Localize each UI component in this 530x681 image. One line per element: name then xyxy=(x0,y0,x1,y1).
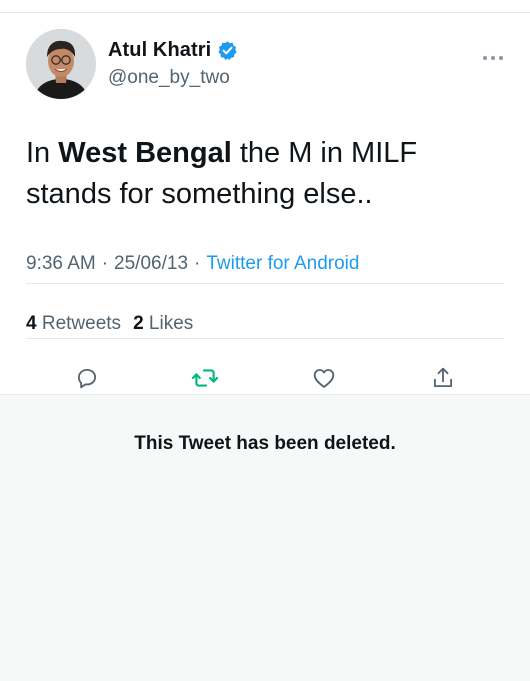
retweets-count: 4 xyxy=(26,313,37,334)
divider xyxy=(26,283,504,284)
divider xyxy=(26,338,504,339)
deleted-tweet-notice: This Tweet has been deleted. xyxy=(134,433,396,454)
tweet-time[interactable]: 9:36 AM xyxy=(26,253,96,274)
author-handle[interactable]: @one_by_two xyxy=(108,67,230,89)
meta-separator: · xyxy=(194,253,201,274)
heart-icon xyxy=(311,365,337,396)
likes-stat[interactable]: 2 Likes xyxy=(133,313,193,334)
tweet-text-bold: West Bengal xyxy=(58,137,232,169)
retweet-button[interactable] xyxy=(190,365,220,395)
tweet-card: Atul Khatri @one_by_two In West Bengal t… xyxy=(0,13,530,394)
tweet-text-part1: In xyxy=(26,137,59,169)
share-icon xyxy=(430,365,456,396)
share-button[interactable] xyxy=(428,365,458,395)
reply-icon xyxy=(74,365,100,396)
tweet-text: In West Bengal the M in MILF stands for … xyxy=(26,133,506,215)
verified-badge-icon xyxy=(217,40,238,61)
meta-separator: · xyxy=(101,253,109,274)
more-options-icon[interactable] xyxy=(482,49,504,60)
author-name-row[interactable]: Atul Khatri xyxy=(108,39,238,62)
retweets-label: Retweets xyxy=(41,313,122,334)
tweet-date[interactable]: 25/06/13 xyxy=(114,253,188,274)
avatar[interactable] xyxy=(26,29,96,99)
tweet-source-link[interactable]: Twitter for Android xyxy=(206,253,359,274)
deleted-tweet-panel: This Tweet has been deleted. xyxy=(0,394,530,681)
author-display-name[interactable]: Atul Khatri xyxy=(108,39,211,62)
like-button[interactable] xyxy=(309,365,339,395)
retweet-icon xyxy=(191,365,219,396)
tweet-stats: 4 Retweets 2 Likes xyxy=(26,313,193,335)
tweet-meta: 9:36 AM · 25/06/13 · Twitter for Android xyxy=(26,253,359,275)
retweets-stat[interactable]: 4 Retweets xyxy=(26,313,121,334)
likes-count: 2 xyxy=(133,313,144,334)
likes-label: Likes xyxy=(148,313,194,334)
reply-button[interactable] xyxy=(72,365,102,395)
